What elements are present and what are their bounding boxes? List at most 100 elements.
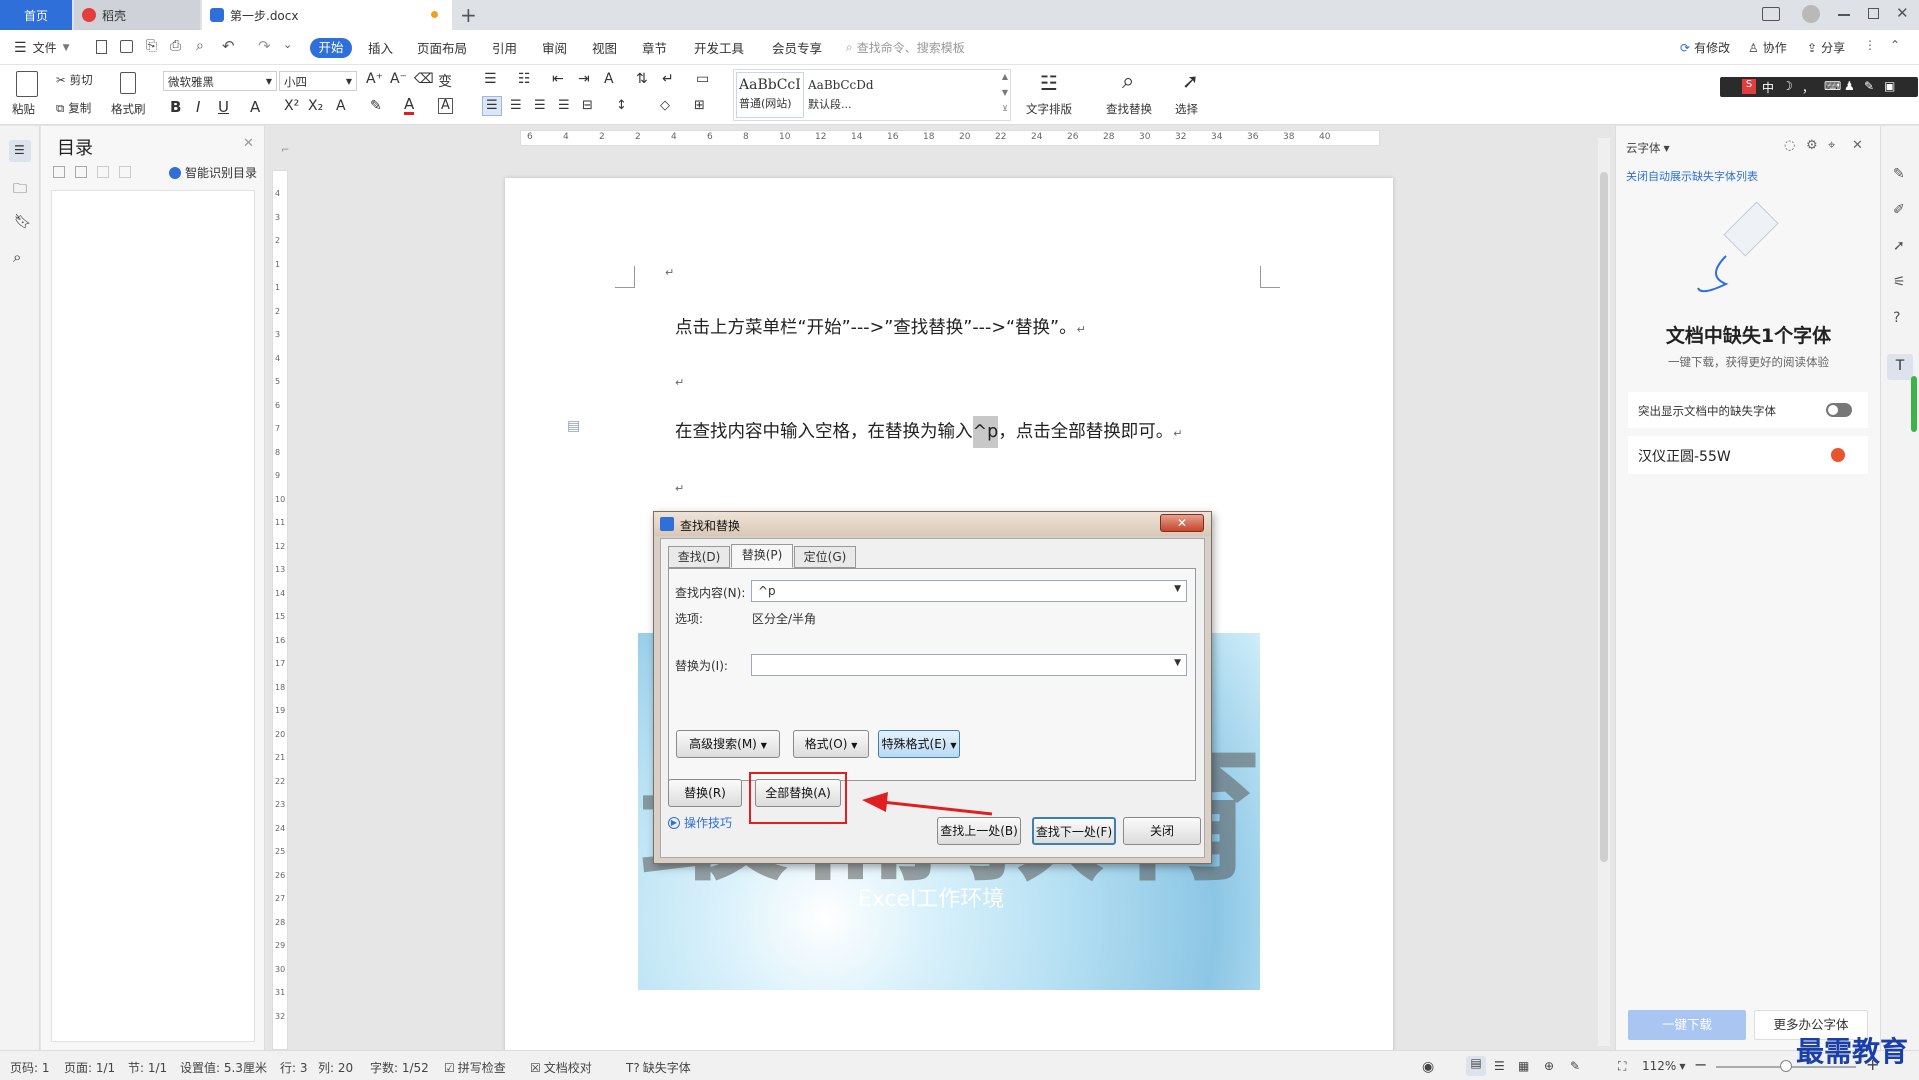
menu-review[interactable]: 审阅 bbox=[542, 38, 567, 57]
cut-button[interactable]: ✂ 剪切 bbox=[56, 72, 93, 88]
align-center-icon[interactable]: ☰ bbox=[510, 98, 522, 113]
status-row[interactable]: 行: 3 bbox=[280, 1059, 308, 1076]
grow-font-icon[interactable]: A⁺ bbox=[366, 71, 383, 87]
menu-view[interactable]: 视图 bbox=[592, 38, 617, 57]
highlight-missing-toggle[interactable] bbox=[1826, 403, 1852, 417]
menu-chapter[interactable]: 章节 bbox=[642, 38, 667, 57]
sort-icon[interactable]: ⇅ bbox=[636, 71, 648, 87]
expand-all-icon[interactable] bbox=[53, 166, 65, 178]
paragraph-handle-icon[interactable]: ▤ bbox=[567, 418, 580, 434]
ime-toolbar[interactable]: S 中 ☽ ， ⌨ ♟ ✎ ▣ bbox=[1720, 77, 1918, 97]
download-all-button[interactable]: 一键下载 bbox=[1628, 1010, 1746, 1040]
tab-find[interactable]: 查找(D) bbox=[668, 546, 730, 568]
collapse-all-icon[interactable] bbox=[75, 166, 87, 178]
bullets-icon[interactable]: ☰ bbox=[484, 71, 497, 87]
missing-font-item[interactable]: 汉仪正圆-55W bbox=[1628, 436, 1868, 474]
smart-toc-button[interactable]: 智能识别目录 bbox=[169, 164, 257, 181]
vertical-ruler[interactable]: 4 3 2 1 1 2 3 4 5 6 7 8 9 10 11 12 13 14 15 16 17 18 19 20 21 22 2… bbox=[272, 170, 288, 1050]
close-toc-icon[interactable]: ✕ bbox=[243, 136, 254, 151]
tab-docer[interactable]: 稻壳 bbox=[74, 0, 200, 30]
ruler-corner-icon[interactable]: ⌐ bbox=[281, 145, 289, 156]
italic-icon[interactable]: I bbox=[196, 98, 200, 116]
eye-icon[interactable]: ◉ bbox=[1422, 1059, 1434, 1075]
bold-icon[interactable]: B bbox=[170, 98, 181, 116]
close-button[interactable]: 关闭 bbox=[1123, 817, 1201, 845]
select-button[interactable]: 选择 bbox=[1175, 101, 1198, 117]
find-replace-icon[interactable]: ⌕ bbox=[1122, 69, 1134, 94]
superscript-icon[interactable]: X² bbox=[284, 98, 299, 114]
zoom-select[interactable]: 112% ▼ bbox=[1642, 1059, 1685, 1073]
paste-button[interactable]: 粘贴 bbox=[12, 101, 35, 117]
zoom-slider-handle[interactable] bbox=[1780, 1060, 1792, 1072]
command-search[interactable]: ⌕ 查找命令、搜索模板 bbox=[846, 39, 965, 56]
write-view-icon[interactable]: ✎ bbox=[1570, 1059, 1580, 1073]
fit-page-icon[interactable]: ⛶ bbox=[1618, 1059, 1626, 1074]
grid-lines-icon[interactable]: ▭ bbox=[696, 71, 709, 87]
remove-heading-icon[interactable] bbox=[119, 166, 131, 178]
more-icon[interactable]: ⋮ bbox=[1864, 38, 1876, 52]
borders-icon[interactable]: ⊞ bbox=[694, 98, 705, 113]
line-spacing-icon[interactable]: ↕ bbox=[616, 98, 627, 113]
replace-all-button[interactable]: 全部替换(A) bbox=[755, 779, 841, 807]
dialog-title-bar[interactable]: 查找和替换 ✕ bbox=[654, 512, 1211, 536]
paste-icon[interactable] bbox=[16, 71, 38, 97]
tab-home[interactable]: 首页 bbox=[0, 0, 72, 30]
paragraph-1[interactable]: 点击上方菜单栏“开始”--->”查找替换”--->“替换”。↵ bbox=[675, 314, 1086, 339]
menu-references[interactable]: 引用 bbox=[492, 38, 517, 57]
redo-icon[interactable]: ↷ bbox=[258, 37, 271, 55]
cloud-font-tool-icon[interactable]: T bbox=[1887, 354, 1913, 380]
replace-button[interactable]: 替换(R) bbox=[668, 779, 742, 807]
char-border-icon[interactable]: A bbox=[438, 98, 453, 114]
changes-button[interactable]: ⟳ 有修改 bbox=[1680, 39, 1730, 56]
missing-font-status[interactable]: T? 缺失字体 bbox=[626, 1059, 691, 1076]
show-marks-icon[interactable]: ↵ bbox=[662, 71, 674, 87]
save-icon[interactable] bbox=[120, 40, 133, 53]
underline-icon[interactable]: U bbox=[218, 98, 229, 116]
minimize-icon[interactable] bbox=[1838, 14, 1850, 16]
cursor-tool-icon[interactable]: ➚ bbox=[1893, 238, 1905, 254]
replace-input[interactable]: ▼ bbox=[751, 654, 1187, 676]
doc-scrollbar[interactable] bbox=[1598, 138, 1610, 1046]
new-tab-button[interactable]: + bbox=[460, 3, 477, 27]
style-default-para[interactable]: AaBbCcDd 默认段... bbox=[806, 72, 896, 118]
styles-scroll-up-icon[interactable]: ▲ bbox=[1002, 72, 1008, 81]
menu-start[interactable]: 开始 bbox=[310, 38, 352, 58]
chevron-down-icon[interactable]: ▼ bbox=[1174, 584, 1181, 594]
paragraph-2[interactable]: 在查找内容中输入空格，在替换为输入^p，点击全部替换即可。↵ bbox=[675, 416, 1183, 448]
status-pages[interactable]: 页面: 1/1 bbox=[64, 1059, 115, 1076]
reading-view-icon[interactable]: ▦ bbox=[1518, 1059, 1529, 1073]
export-icon[interactable]: ⎘ bbox=[146, 38, 157, 54]
distribute-icon[interactable]: ⊟ bbox=[582, 98, 593, 113]
zoom-out-icon[interactable]: − bbox=[1694, 1055, 1707, 1074]
chinese-layout-icon[interactable]: A bbox=[604, 71, 614, 87]
select-cursor-icon[interactable]: ➚ bbox=[1182, 69, 1199, 93]
format-painter-icon[interactable] bbox=[120, 72, 136, 94]
collapse-ribbon-icon[interactable]: ⌃ bbox=[1890, 38, 1900, 52]
strikethrough-icon[interactable]: A bbox=[250, 98, 260, 116]
status-words[interactable]: 字数: 1/52 bbox=[370, 1059, 429, 1076]
numbering-icon[interactable]: ☷ bbox=[518, 71, 531, 87]
outline-view-icon[interactable]: ☰ bbox=[1494, 1059, 1505, 1073]
justify-icon[interactable]: ☰ bbox=[558, 98, 570, 113]
spell-check-button[interactable]: ☑ 拼写检查 bbox=[444, 1059, 506, 1076]
font-size-select[interactable]: 小四 ▼ bbox=[279, 71, 357, 91]
status-page[interactable]: 页码: 1 bbox=[10, 1059, 50, 1076]
bookmark-icon[interactable]: 🔖︎ bbox=[14, 214, 32, 230]
chapter-nav-icon[interactable]: 🗀 bbox=[13, 178, 27, 202]
font-name-select[interactable]: 微软雅黑 ▼ bbox=[163, 71, 277, 91]
menu-insert[interactable]: 插入 bbox=[368, 38, 393, 57]
text-effect-icon[interactable]: A bbox=[336, 98, 346, 114]
adjust-tool-icon[interactable]: ⚟ bbox=[1893, 274, 1906, 290]
menu-page-layout[interactable]: 页面布局 bbox=[417, 38, 467, 57]
menu-member[interactable]: 会员专享 bbox=[772, 38, 822, 57]
tab-goto[interactable]: 定位(G) bbox=[794, 546, 856, 568]
font-color-icon[interactable]: A bbox=[404, 96, 415, 115]
share-button[interactable]: ⇪ 分享 bbox=[1807, 39, 1845, 56]
tab-document[interactable]: 第一步.docx bbox=[202, 0, 452, 30]
pen-tool-icon[interactable]: ✐ bbox=[1893, 202, 1905, 218]
menu-developer[interactable]: 开发工具 bbox=[694, 38, 744, 57]
decrease-indent-icon[interactable]: ⇤ bbox=[552, 71, 564, 87]
subscript-icon[interactable]: X₂ bbox=[308, 98, 323, 114]
undo-icon[interactable]: ↶ bbox=[222, 37, 235, 55]
doc-proof-button[interactable]: ☒ 文档校对 bbox=[530, 1059, 592, 1076]
